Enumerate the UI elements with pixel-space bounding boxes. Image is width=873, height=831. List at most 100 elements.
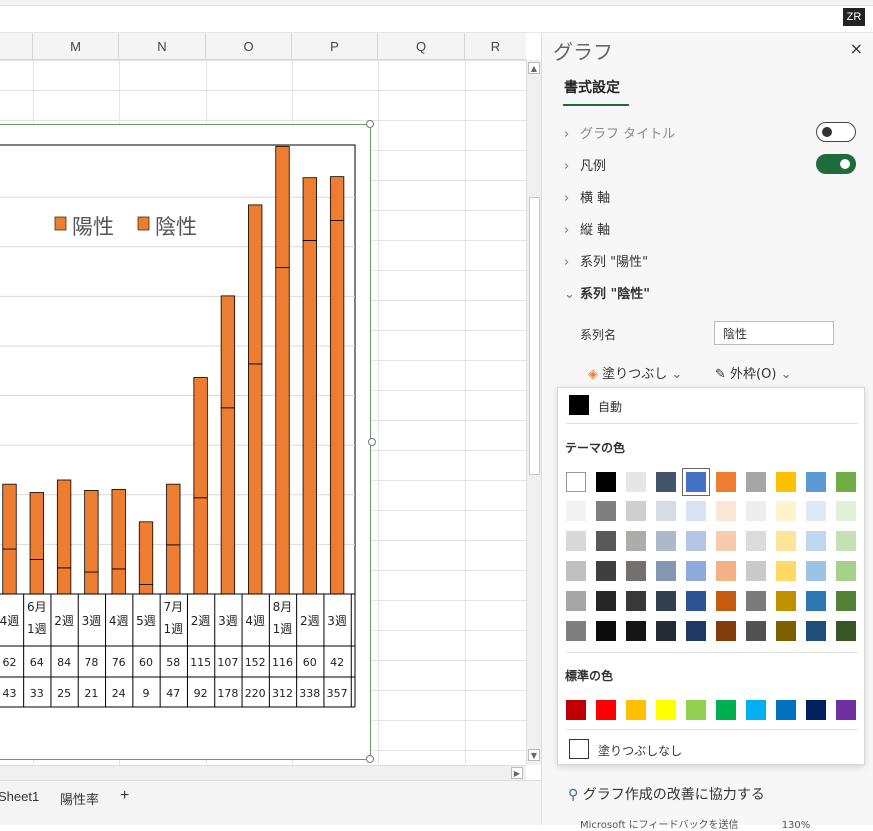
color-swatch[interactable] xyxy=(686,531,706,551)
color-swatch[interactable] xyxy=(596,621,616,641)
color-swatch[interactable] xyxy=(716,621,736,641)
color-swatch[interactable] xyxy=(776,501,796,521)
color-swatch[interactable] xyxy=(746,472,766,492)
auto-color-swatch[interactable] xyxy=(569,395,589,415)
color-swatch[interactable] xyxy=(566,501,586,521)
section-horizontal-axis[interactable]: › 横 軸 xyxy=(564,187,610,206)
column-header-n[interactable]: N xyxy=(119,33,206,60)
color-swatch[interactable] xyxy=(776,531,796,551)
resize-handle[interactable] xyxy=(366,120,374,128)
section-chart-title[interactable]: › グラフ タイトル xyxy=(564,123,675,142)
color-swatch[interactable] xyxy=(566,561,586,581)
color-swatch[interactable] xyxy=(836,700,856,720)
color-swatch[interactable] xyxy=(686,561,706,581)
color-swatch[interactable] xyxy=(716,561,736,581)
color-swatch[interactable] xyxy=(596,700,616,720)
color-swatch[interactable] xyxy=(596,472,616,492)
color-swatch[interactable] xyxy=(656,621,676,641)
color-swatch[interactable] xyxy=(626,561,646,581)
add-sheet-button[interactable]: + xyxy=(120,787,129,805)
color-swatch[interactable] xyxy=(566,591,586,611)
color-swatch[interactable] xyxy=(626,501,646,521)
column-header-m[interactable]: M xyxy=(33,33,119,60)
color-swatch[interactable] xyxy=(836,531,856,551)
color-swatch[interactable] xyxy=(806,621,826,641)
color-swatch[interactable] xyxy=(776,561,796,581)
scroll-thumb[interactable] xyxy=(529,197,540,475)
vertical-scrollbar[interactable]: ▲ ▼ xyxy=(526,60,541,765)
color-swatch[interactable] xyxy=(746,531,766,551)
tab-positive-rate[interactable]: 陽性率 xyxy=(60,789,99,808)
color-swatch[interactable] xyxy=(746,621,766,641)
auto-color-label[interactable]: 自動 xyxy=(598,398,622,415)
color-swatch[interactable] xyxy=(626,700,646,720)
color-swatch[interactable] xyxy=(656,591,676,611)
color-swatch[interactable] xyxy=(716,501,736,521)
color-swatch[interactable] xyxy=(806,591,826,611)
color-swatch[interactable] xyxy=(806,531,826,551)
scroll-down-icon[interactable]: ▼ xyxy=(528,749,540,761)
color-swatch[interactable] xyxy=(596,561,616,581)
color-swatch[interactable] xyxy=(806,472,826,492)
color-swatch[interactable] xyxy=(626,621,646,641)
color-swatch[interactable] xyxy=(566,621,586,641)
color-swatch[interactable] xyxy=(776,591,796,611)
color-swatch[interactable] xyxy=(596,531,616,551)
color-swatch[interactable] xyxy=(626,591,646,611)
color-swatch[interactable] xyxy=(596,591,616,611)
column-header-r[interactable]: R xyxy=(465,33,526,60)
color-swatch[interactable] xyxy=(776,621,796,641)
color-swatch[interactable] xyxy=(566,531,586,551)
color-swatch[interactable] xyxy=(836,501,856,521)
color-swatch[interactable] xyxy=(626,531,646,551)
section-vertical-axis[interactable]: › 縦 軸 xyxy=(564,219,610,238)
color-swatch[interactable] xyxy=(746,561,766,581)
color-swatch[interactable] xyxy=(716,531,736,551)
color-swatch[interactable] xyxy=(686,591,706,611)
color-swatch[interactable] xyxy=(746,501,766,521)
color-swatch[interactable] xyxy=(656,472,676,492)
section-series-negative[interactable]: ⌄ 系列 "陰性" xyxy=(564,283,650,302)
color-swatch[interactable] xyxy=(776,472,796,492)
avatar[interactable]: ZR xyxy=(843,8,865,26)
color-swatch[interactable] xyxy=(596,501,616,521)
resize-handle[interactable] xyxy=(366,755,374,763)
tab-sheet1[interactable]: Sheet1 xyxy=(0,789,39,804)
color-swatch[interactable] xyxy=(746,591,766,611)
color-swatch[interactable] xyxy=(686,621,706,641)
no-fill-swatch[interactable] xyxy=(569,739,589,759)
fill-dropdown-button[interactable]: ◈ 塗りつぶし ⌄ xyxy=(588,363,682,382)
color-swatch[interactable] xyxy=(656,561,676,581)
color-swatch[interactable] xyxy=(686,700,706,720)
color-swatch[interactable] xyxy=(716,700,736,720)
color-swatch[interactable] xyxy=(806,501,826,521)
color-swatch[interactable] xyxy=(836,621,856,641)
color-swatch[interactable] xyxy=(566,700,586,720)
color-swatch[interactable] xyxy=(656,501,676,521)
color-swatch[interactable] xyxy=(686,501,706,521)
color-swatch[interactable] xyxy=(682,468,710,496)
color-swatch[interactable] xyxy=(806,700,826,720)
color-swatch[interactable] xyxy=(746,700,766,720)
legend-toggle[interactable] xyxy=(816,154,856,174)
border-dropdown-button[interactable]: ✎ 外枠(O) ⌄ xyxy=(715,363,791,382)
color-swatch[interactable] xyxy=(716,472,736,492)
column-header-q[interactable]: Q xyxy=(378,33,465,60)
scroll-right-icon[interactable]: ▶ xyxy=(511,767,523,779)
chart-title-toggle[interactable] xyxy=(816,122,856,142)
section-legend[interactable]: › 凡例 xyxy=(564,155,606,174)
color-swatch[interactable] xyxy=(656,531,676,551)
horizontal-scrollbar[interactable]: ▶ xyxy=(0,765,526,780)
color-swatch[interactable] xyxy=(806,561,826,581)
column-header-p[interactable]: P xyxy=(292,33,378,60)
column-header-o[interactable]: O xyxy=(206,33,292,60)
feedback-link[interactable]: ⚲ グラフ作成の改善に協力する xyxy=(568,784,765,804)
no-fill-label[interactable]: 塗りつぶしなし xyxy=(598,742,682,759)
section-series-positive[interactable]: › 系列 "陽性" xyxy=(564,251,648,270)
resize-handle[interactable] xyxy=(368,438,376,446)
column-header-partial[interactable] xyxy=(0,33,33,60)
series-name-input[interactable] xyxy=(714,321,834,345)
chart-object[interactable]: 陽性 陰性 4週 62 43 6月 1週 64 33 2週 84 25 3週 78 21 4週 76 24 5週 60… xyxy=(0,124,371,760)
color-swatch[interactable] xyxy=(776,700,796,720)
color-swatch[interactable] xyxy=(836,472,856,492)
